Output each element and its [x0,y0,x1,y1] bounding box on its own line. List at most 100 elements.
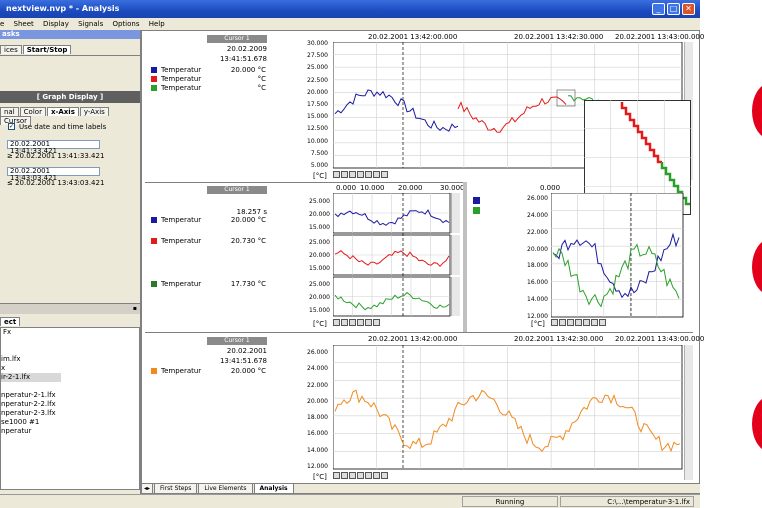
date-labels-label: Use date and time labels [19,123,107,131]
y-tick-label: 5.000 [310,162,328,169]
tab-devices[interactable]: ices [0,45,22,54]
grid-icon[interactable] [559,319,566,326]
red-circle-marker [752,82,762,140]
font-icon[interactable] [373,319,380,326]
sheet-tab-analysis[interactable]: Analysis [253,484,294,494]
tab-color[interactable]: Color [19,107,46,116]
splitter[interactable] [463,182,467,332]
legend-item[interactable]: Temperatur 17.730 °C [151,280,266,289]
menu-bar: e Sheet Display Signals Options Help [0,18,700,30]
mid-xtick-2: 10.000 [360,184,385,192]
sheet-nav-icon[interactable]: ◂▸ [141,484,154,494]
font-icon[interactable] [599,319,606,326]
top-toolbar [333,171,389,180]
zoom-icon[interactable] [551,319,558,326]
y-tick-label: 22.500 [307,76,328,84]
xy-y-axis: 26.000 24.000 22.000 20.000 18.000 16.000 14.0… [518,195,548,323]
menu-file[interactable]: e [0,20,4,28]
grid-icon[interactable] [341,472,348,479]
grid-icon[interactable] [341,319,348,326]
close-button[interactable]: ✕ [682,3,695,15]
tree-item[interactable]: x [1,364,139,373]
tree-item-selected[interactable]: ir-2-1.lfx [1,373,61,382]
y-tick-label: 24.000 [527,211,548,219]
scale-icon[interactable] [349,171,356,178]
mid-cursor-seconds: 18.257 s [236,208,267,216]
top-y-axis: 30.000 27.500 25.000 22.500 20.000 17.500 15.0… [298,40,330,170]
tree-item[interactable] [1,337,139,346]
sheet-tab-live-elements[interactable]: Live Elements [198,484,253,494]
zoom-icon[interactable] [333,319,340,326]
bottom-plot[interactable] [333,345,683,470]
font-icon[interactable] [381,472,388,479]
maximize-button[interactable]: □ [667,3,680,15]
tab-start-stop[interactable]: Start/Stop [22,45,72,54]
zoom-icon[interactable] [333,472,340,479]
pin-icon[interactable]: ▪ [133,305,137,312]
y-tick-label: 26.000 [307,349,328,356]
xy-plot[interactable] [551,193,684,318]
scale-icon[interactable] [349,319,356,326]
menu-help[interactable]: Help [149,20,165,28]
sheet-tab-first-steps[interactable]: First Steps [154,484,198,494]
legend-item[interactable]: Temperatur 20.000 °C [151,216,266,225]
tree-item[interactable] [1,346,139,355]
tree-item[interactable]: nperatur [1,427,139,436]
mid-b-ytick: 20.000 [309,252,330,259]
tree-item[interactable]: nperatur-2-3.lfx [1,409,139,418]
bottom-scrollbar[interactable] [684,345,693,480]
menu-sheet[interactable]: Sheet [14,20,34,28]
y-tick-label: 20.000 [307,397,328,405]
top-xtick-1: 20.02.2001 13:42:00.000 [368,33,458,41]
cursor-icon[interactable] [583,319,590,326]
tab-y-axis[interactable]: y-Axis [79,107,109,116]
tree-item[interactable]: nperatur-2-2.lfx [1,400,139,409]
legend-item[interactable]: Temperatur °C [151,75,266,84]
legend-item[interactable]: Temperatur 20.730 °C [151,237,266,246]
window-title: nextview.nvp * - Analysis [6,4,120,13]
menu-display[interactable]: Display [43,20,69,28]
cursor-icon[interactable] [365,319,372,326]
tab-x-axis[interactable]: x-Axis [46,107,79,116]
from-time-field[interactable]: 20.02.2001 13:41:33.421 [7,140,100,155]
to-time-field[interactable]: 20.02.2001 13:43:03.421 [7,167,100,182]
menu-signals[interactable]: Signals [78,20,103,28]
mid-plots[interactable] [333,193,451,317]
top-cursor-date: 20.02.2009 [226,45,267,53]
zoom-icon[interactable] [333,171,340,178]
tree-item[interactable]: nperatur-2-1.lfx [1,391,139,400]
marker-icon[interactable] [373,171,380,178]
bottom-toolbar [333,472,389,481]
bottom-cursor-time: 13:41:51.678 [219,357,267,365]
menu-options[interactable]: Options [112,20,139,28]
tree-item[interactable] [1,382,139,391]
fit-icon[interactable] [575,319,582,326]
cursor-icon[interactable] [365,472,372,479]
divider [145,332,693,333]
mid-c-ytick: 20.000 [309,294,330,301]
tree-item[interactable]: se1000 #1 [1,418,139,427]
grid-icon[interactable] [341,171,348,178]
fit-icon[interactable] [357,171,364,178]
cursor-icon[interactable] [365,171,372,178]
tab-signal[interactable]: nal [0,107,19,116]
marker-icon[interactable] [591,319,598,326]
tree-item[interactable]: im.lfx [1,355,139,364]
tab-project[interactable]: ect [0,317,21,326]
xy-unit: [°C] [531,320,545,328]
tree-item[interactable]: Fx [1,328,139,337]
scale-icon[interactable] [567,319,574,326]
legend-item[interactable]: Temperatur °C [151,84,266,93]
mid-a-scrollbar[interactable] [451,193,460,233]
marker-icon[interactable] [373,472,380,479]
scale-icon[interactable] [349,472,356,479]
date-labels-checkbox[interactable]: ✓ [8,123,15,130]
legend-item[interactable]: Temperatur 20.000 °C [151,367,266,376]
mid-b-scrollbar[interactable] [451,235,460,275]
fit-icon[interactable] [357,472,364,479]
mid-c-scrollbar[interactable] [451,277,460,316]
minimize-button[interactable]: _ [652,3,665,15]
fit-icon[interactable] [357,319,364,326]
legend-item[interactable]: Temperatur 20.000 °C [151,66,266,75]
font-icon[interactable] [381,171,388,178]
